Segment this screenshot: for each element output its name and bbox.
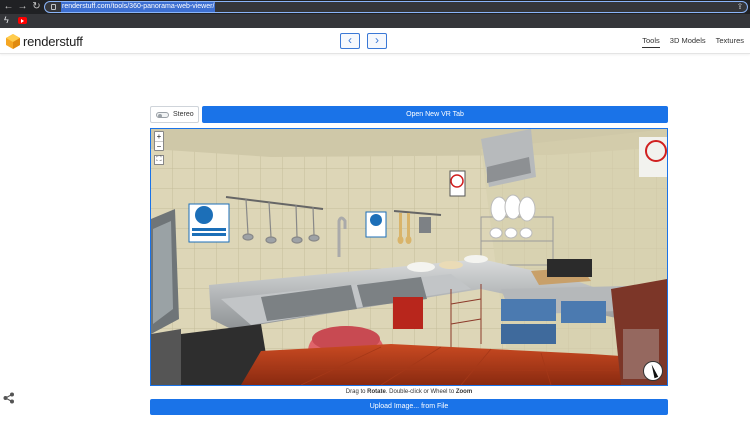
forward-arrow-icon[interactable]: → bbox=[17, 1, 28, 13]
bolt-bookmark-icon[interactable]: ϟ bbox=[4, 16, 13, 25]
bookmarks-bar: ϟ bbox=[0, 14, 750, 28]
panorama-image[interactable] bbox=[151, 129, 667, 385]
main-nav: Tools 3D Models Textures bbox=[642, 36, 744, 48]
open-vr-tab-button[interactable]: Open New VR Tab bbox=[202, 106, 668, 123]
panorama-viewer[interactable]: + − ⛶ bbox=[150, 128, 668, 386]
nav-3d-models[interactable]: 3D Models bbox=[670, 36, 706, 48]
zoom-out-button[interactable]: − bbox=[155, 141, 163, 151]
compass-icon[interactable] bbox=[643, 361, 663, 381]
toggle-switch[interactable] bbox=[156, 112, 169, 118]
site-header: renderstuff ‹ › Tools 3D Models Textures bbox=[0, 28, 750, 54]
logo-text: renderstuff bbox=[23, 33, 83, 49]
youtube-bookmark-icon[interactable] bbox=[18, 17, 27, 24]
viewer-hint: Drag to Rotate. Double-click or Wheel to… bbox=[150, 388, 668, 396]
back-arrow-icon[interactable]: ← bbox=[3, 1, 14, 13]
reload-icon[interactable]: ↻ bbox=[31, 1, 42, 13]
site-logo[interactable]: renderstuff bbox=[6, 33, 83, 49]
cube-logo-icon bbox=[6, 33, 20, 49]
browser-toolbar: ← → ↻ renderstuff.com/tools/360-panorama… bbox=[0, 0, 750, 14]
zoom-control: + − bbox=[154, 131, 164, 151]
fullscreen-button[interactable]: ⛶ bbox=[154, 155, 164, 165]
nav-textures[interactable]: Textures bbox=[716, 36, 744, 48]
share-icon[interactable] bbox=[3, 392, 15, 404]
hint-prefix: Drag to bbox=[345, 389, 368, 395]
hint-zoom: Zoom bbox=[455, 389, 473, 395]
hint-rotate: Rotate bbox=[367, 389, 386, 395]
hint-mid: . Double-click or Wheel to bbox=[385, 389, 456, 395]
upload-image-button[interactable]: Upload Image... from File bbox=[150, 399, 668, 415]
lock-icon bbox=[51, 4, 56, 10]
stereo-label: Stereo bbox=[173, 111, 194, 118]
share-page-icon[interactable]: ⇪ bbox=[735, 2, 745, 12]
nav-tools[interactable]: Tools bbox=[642, 36, 660, 48]
stereo-toggle[interactable]: Stereo bbox=[150, 106, 199, 123]
address-bar[interactable]: renderstuff.com/tools/360-panorama-web-v… bbox=[44, 1, 748, 13]
url-text[interactable]: renderstuff.com/tools/360-panorama-web-v… bbox=[61, 2, 216, 12]
zoom-in-button[interactable]: + bbox=[155, 132, 163, 141]
next-button[interactable]: › bbox=[367, 33, 387, 49]
prev-button[interactable]: ‹ bbox=[340, 33, 360, 49]
